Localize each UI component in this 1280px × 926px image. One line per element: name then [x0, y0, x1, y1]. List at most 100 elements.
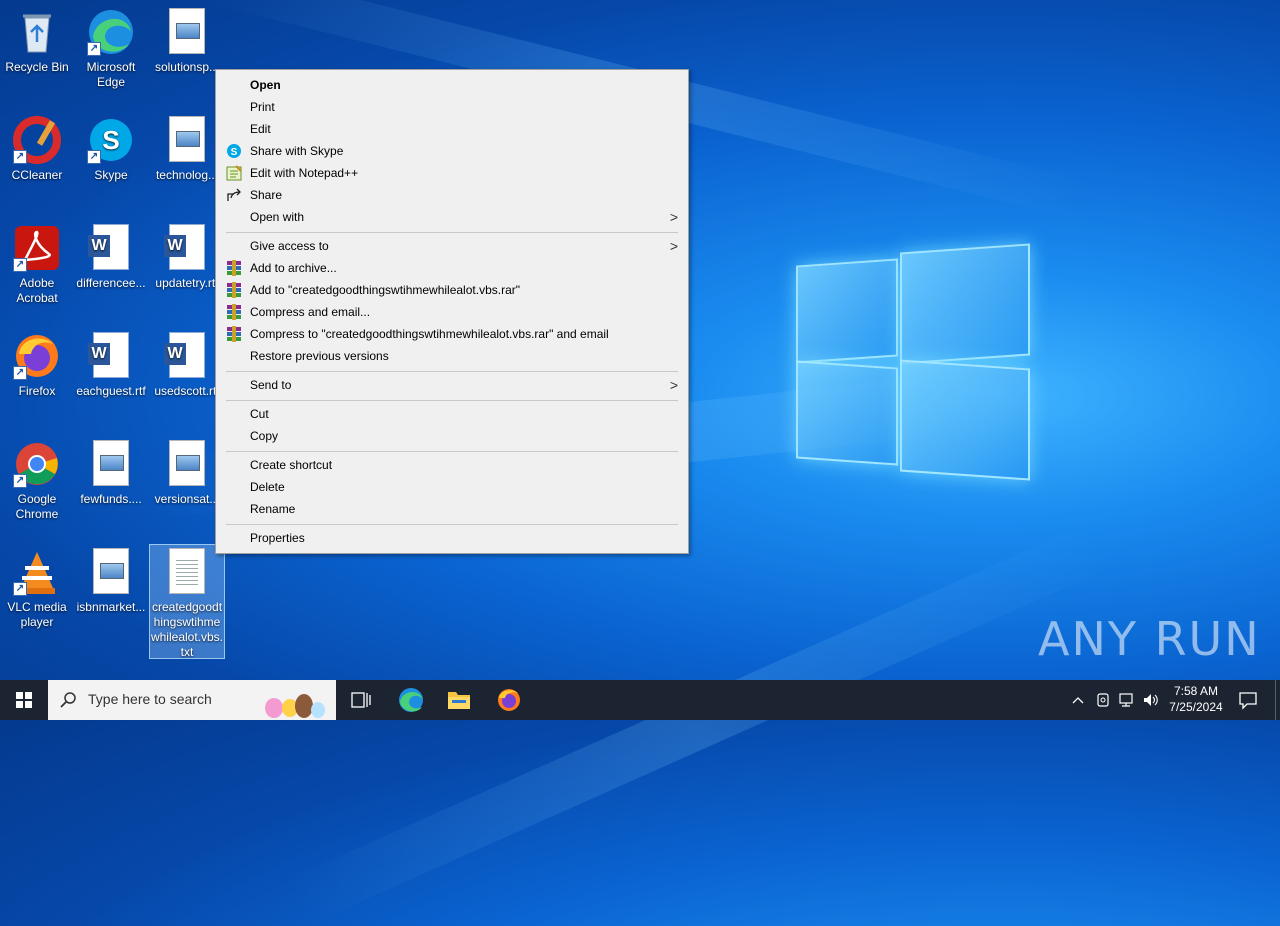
windows-start-icon	[16, 692, 32, 708]
desktop-icon-vlc[interactable]: ↗ VLC media player	[0, 542, 74, 630]
menu-item-restore-previous-versions[interactable]: Restore previous versions	[216, 345, 688, 367]
search-icon	[60, 692, 76, 708]
menu-item-delete[interactable]: Delete	[216, 476, 688, 498]
desktop-icon-selected-file[interactable]: createdgoodthingswtihmewhilealot.vbs.txt	[149, 544, 225, 659]
clock[interactable]: 7:58 AM 7/25/2024	[1166, 684, 1226, 714]
svg-text:S: S	[231, 147, 238, 158]
chevron-right-icon: >	[669, 377, 678, 393]
shortcut-arrow-icon: ↗	[13, 258, 27, 272]
shortcut-arrow-icon: ↗	[13, 582, 27, 596]
menu-item-open[interactable]: Open	[216, 74, 688, 96]
chevron-right-icon: >	[669, 209, 678, 225]
menu-separator	[226, 400, 678, 401]
word-document-icon: W	[164, 332, 205, 378]
word-document-icon: W	[88, 224, 129, 270]
desktop-icon-file[interactable]: technolog...	[150, 110, 224, 183]
menu-item-compress-to-rar-and-email[interactable]: Compress to "createdgoodthingswtihmewhil…	[216, 323, 688, 345]
task-view-button[interactable]	[340, 680, 380, 720]
shortcut-arrow-icon: ↗	[13, 150, 27, 164]
search-placeholder: Type here to search	[88, 691, 212, 707]
winrar-icon	[227, 260, 241, 276]
notepad-plus-plus-icon	[226, 165, 242, 181]
task-view-icon	[351, 692, 371, 708]
menu-item-add-to-archive[interactable]: Add to archive...	[216, 257, 688, 279]
light-ray	[285, 522, 1111, 926]
menu-item-share-with-skype[interactable]: S Share with Skype	[216, 140, 688, 162]
windows-logo-wallpaper	[796, 242, 1030, 481]
easter-eggs-decoration-icon	[265, 694, 325, 718]
desktop-icon-rtf[interactable]: W updatetry.rtf	[150, 218, 224, 291]
desktop-icon-rtf[interactable]: W usedscott.rtf	[150, 326, 224, 399]
network-icon[interactable]	[1118, 692, 1136, 708]
menu-item-edit[interactable]: Edit	[216, 118, 688, 140]
volume-icon[interactable]	[1142, 692, 1160, 708]
menu-item-compress-and-email[interactable]: Compress and email...	[216, 301, 688, 323]
word-document-icon: W	[88, 332, 129, 378]
anyrun-watermark: ANY RUN	[1038, 612, 1261, 666]
image-file-icon	[169, 116, 205, 162]
context-menu: Open Print Edit S Share with Skype Edit …	[215, 69, 689, 554]
desktop-icon-rtf[interactable]: W eachguest.rtf	[74, 326, 148, 399]
menu-item-print[interactable]: Print	[216, 96, 688, 118]
device-icon[interactable]	[1094, 692, 1112, 708]
menu-item-share[interactable]: Share	[216, 184, 688, 206]
image-file-icon	[169, 8, 205, 54]
menu-separator	[226, 451, 678, 452]
desktop-icon-file[interactable]: versionsat...	[150, 434, 224, 507]
desktop-icon-firefox[interactable]: ↗ Firefox	[0, 326, 74, 399]
desktop-icon-file[interactable]: isbnmarket...	[74, 542, 148, 615]
menu-item-copy[interactable]: Copy	[216, 425, 688, 447]
show-desktop-button[interactable]	[1275, 680, 1280, 720]
desktop-icon-file[interactable]: solutionsp...	[150, 2, 224, 75]
menu-separator	[226, 232, 678, 233]
menu-item-send-to[interactable]: Send to >	[216, 374, 688, 396]
text-file-icon	[169, 548, 205, 594]
winrar-icon	[227, 304, 241, 320]
word-document-icon: W	[164, 224, 205, 270]
clock-time: 7:58 AM	[1173, 684, 1219, 698]
firefox-icon	[498, 689, 520, 711]
taskbar-file-explorer-button[interactable]	[438, 680, 480, 720]
shortcut-arrow-icon: ↗	[87, 150, 101, 164]
desktop-icon-google-chrome[interactable]: ↗ Google Chrome	[0, 434, 74, 522]
image-file-icon	[93, 440, 129, 486]
shortcut-arrow-icon: ↗	[13, 474, 27, 488]
menu-item-give-access-to[interactable]: Give access to >	[216, 235, 688, 257]
edge-icon	[399, 688, 423, 712]
winrar-icon	[227, 326, 241, 342]
skype-icon: S	[227, 144, 241, 158]
desktop-icon-file[interactable]: fewfunds....	[74, 434, 148, 507]
taskbar-firefox-button[interactable]	[488, 680, 530, 720]
menu-item-properties[interactable]: Properties	[216, 527, 688, 549]
menu-item-cut[interactable]: Cut	[216, 403, 688, 425]
desktop-icon-rtf[interactable]: W differencee...	[74, 218, 148, 291]
shortcut-arrow-icon: ↗	[87, 42, 101, 56]
menu-item-edit-with-notepad[interactable]: Edit with Notepad++	[216, 162, 688, 184]
image-file-icon	[169, 440, 205, 486]
desktop-icon-adobe-acrobat[interactable]: ↗ Adobe Acrobat	[0, 218, 74, 306]
svg-text:S: S	[102, 125, 119, 155]
chevron-right-icon: >	[669, 238, 678, 254]
desktop-icon-microsoft-edge[interactable]: ↗ Microsoft Edge	[74, 2, 148, 90]
menu-item-add-to-rar[interactable]: Add to "createdgoodthingswtihmewhilealot…	[216, 279, 688, 301]
desktop-icon-ccleaner[interactable]: ↗ CCleaner	[0, 110, 74, 183]
shortcut-arrow-icon: ↗	[13, 366, 27, 380]
share-icon	[227, 188, 241, 201]
menu-item-open-with[interactable]: Open with >	[216, 206, 688, 228]
clock-date: 7/25/2024	[1169, 700, 1223, 714]
recycle-bin-icon	[23, 14, 51, 53]
menu-separator	[226, 524, 678, 525]
menu-separator	[226, 371, 678, 372]
notifications-icon[interactable]	[1238, 690, 1258, 710]
taskbar-search-box[interactable]: Type here to search	[48, 680, 336, 720]
menu-item-rename[interactable]: Rename	[216, 498, 688, 520]
menu-item-create-shortcut[interactable]: Create shortcut	[216, 454, 688, 476]
winrar-icon	[227, 282, 241, 298]
start-button[interactable]	[0, 680, 48, 720]
taskbar-edge-button[interactable]	[390, 680, 432, 720]
desktop-icon-recycle-bin[interactable]: Recycle Bin	[0, 2, 74, 75]
desktop-icon-skype[interactable]: S ↗ Skype	[74, 110, 148, 183]
chevron-up-icon[interactable]	[1070, 692, 1086, 708]
image-file-icon	[93, 548, 129, 594]
folder-icon	[448, 692, 470, 709]
